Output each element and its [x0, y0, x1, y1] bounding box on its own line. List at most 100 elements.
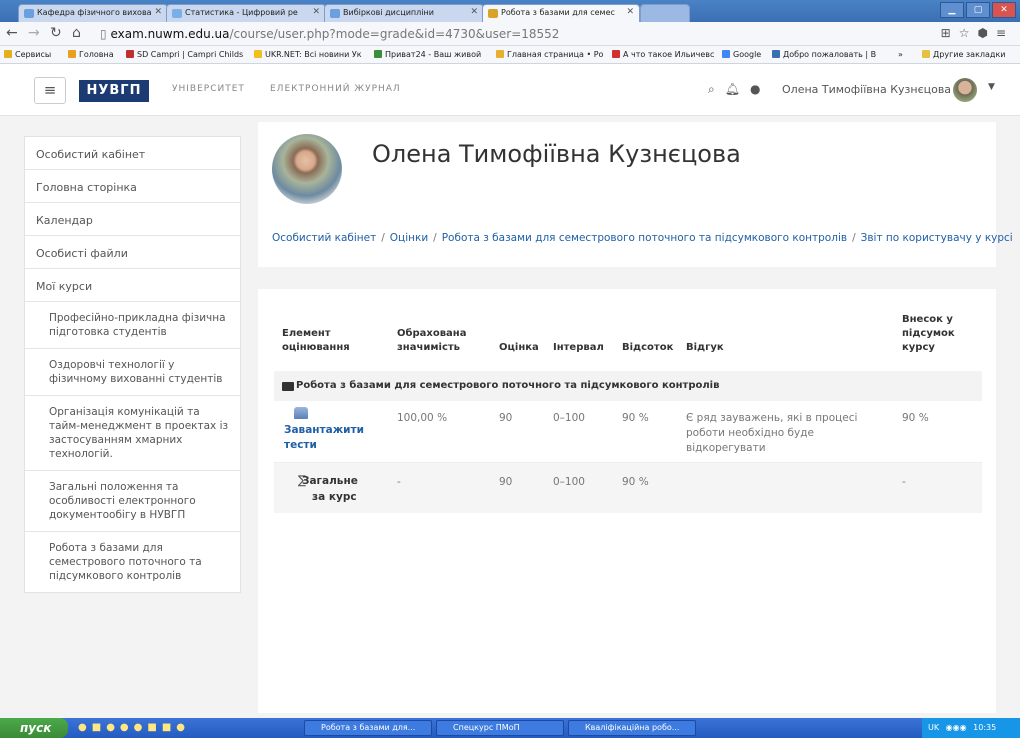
- address-bar[interactable]: ▯ exam.nuwm.edu.ua/course/user.php?mode=…: [100, 25, 960, 43]
- home-icon[interactable]: ⌂: [72, 25, 81, 41]
- quick-launch: ●■●●●■■●: [78, 722, 190, 733]
- breadcrumb: Особистий кабінет / Оцінки / Робота з базами…: [272, 232, 1013, 244]
- site-navbar: ≡ НУВГП УНІВЕРСИТЕТ ЕЛЕКТРОННИЙ ЖУРНАЛ ⌕…: [0, 64, 1020, 116]
- language-indicator[interactable]: UK: [928, 723, 939, 732]
- sidebar-course-item[interactable]: Робота з базами для семестрового поточно…: [25, 532, 240, 592]
- breadcrumb-link[interactable]: Оцінки: [390, 232, 428, 244]
- browser-tab[interactable]: Статистика - Цифровий ре ✕: [166, 4, 326, 22]
- total-grade: 90: [499, 476, 513, 488]
- grade-item-link[interactable]: Завантажити тести: [284, 423, 364, 453]
- extension-icon[interactable]: ⬢: [977, 26, 995, 40]
- more-bookmarks-button[interactable]: »: [898, 50, 903, 59]
- folder-icon: [922, 50, 930, 58]
- tray-icons: ◉◉◉: [945, 723, 967, 732]
- favicon-icon: [172, 9, 182, 18]
- quick-launch-icon[interactable]: ●: [134, 722, 148, 733]
- start-button[interactable]: пуск: [0, 718, 68, 738]
- taskbar-window-button[interactable]: Робота з базами для...: [304, 720, 432, 736]
- sidebar-course-item[interactable]: Оздоровчі технології у фізичному вихован…: [25, 349, 240, 396]
- sidebar-course-item[interactable]: Професійно-прикладна фізична підготовка …: [25, 302, 240, 349]
- close-window-icon[interactable]: ✕: [992, 2, 1016, 18]
- browser-tab-bar: Кафедра фізичного вихова ✕ Статистика - Ц…: [0, 0, 1020, 22]
- bookmark-folder[interactable]: Другие закладки: [922, 50, 1006, 59]
- close-tab-icon[interactable]: ✕: [154, 7, 162, 17]
- sidebar-item-dashboard[interactable]: Особистий кабінет: [25, 137, 240, 170]
- back-icon[interactable]: ←: [6, 25, 18, 41]
- column-header-item: Елемент оцінювання: [282, 328, 350, 353]
- bookmark[interactable]: Главная страница • Ро: [496, 50, 603, 59]
- column-header-percent: Відсоток: [622, 342, 674, 353]
- quick-launch-icon[interactable]: ●: [176, 722, 190, 733]
- total-weight: -: [397, 476, 401, 488]
- browser-tab[interactable]: Кафедра фізичного вихова ✕: [18, 4, 168, 22]
- user-menu-name[interactable]: Олена Тимофіївна Кузнєцова: [782, 83, 951, 96]
- page-icon: ▯: [100, 27, 107, 41]
- total-contribution: -: [902, 476, 906, 488]
- bookmarks-bar: Сервисы Головна SD Campri | Campri Child…: [0, 46, 1020, 64]
- sidebar-course-item[interactable]: Організація комунікацій та тайм-менеджме…: [25, 396, 240, 471]
- browser-toolbar: ← → ↻ ⌂ ▯ exam.nuwm.edu.ua/course/user.p…: [0, 22, 1020, 46]
- bookmark[interactable]: Приват24 - Ваш живой: [374, 50, 481, 59]
- bell-icon[interactable]: 🔔︎: [725, 82, 750, 96]
- breadcrumb-link[interactable]: Особистий кабінет: [272, 232, 376, 244]
- browser-tab-active[interactable]: Робота з базами для семес ✕: [482, 4, 640, 22]
- quiz-icon: [294, 407, 308, 419]
- bookmark[interactable]: Добро пожаловать | В: [772, 50, 876, 59]
- quick-launch-icon[interactable]: ●: [120, 722, 134, 733]
- quick-launch-icon[interactable]: ●: [106, 722, 120, 733]
- search-icon[interactable]: ⌕: [708, 82, 725, 96]
- menu-icon[interactable]: ≡: [996, 26, 1014, 40]
- item-range: 0–100: [553, 412, 585, 424]
- brand-journal: ЕЛЕКТРОННИЙ ЖУРНАЛ: [270, 84, 401, 94]
- clock: 10:35: [973, 723, 997, 732]
- grade-report: Елемент оцінювання Обрахована значимість…: [258, 289, 996, 713]
- bookmark[interactable]: Google: [722, 50, 761, 59]
- column-header-weight: Обрахована значимість: [397, 328, 467, 353]
- quick-launch-icon[interactable]: ●: [78, 722, 92, 733]
- bookmark-icon: [374, 50, 382, 58]
- quick-launch-icon[interactable]: ■: [92, 722, 106, 733]
- translate-icon[interactable]: ⊞: [941, 26, 959, 40]
- taskbar-window-button[interactable]: Кваліфікаційна робо...: [568, 720, 696, 736]
- forward-icon[interactable]: →: [28, 25, 40, 41]
- hamburger-menu-button[interactable]: ≡: [34, 77, 66, 104]
- total-percent: 90 %: [622, 476, 649, 488]
- chevron-down-icon[interactable]: ▼: [988, 82, 995, 92]
- chat-icon[interactable]: ●: [750, 82, 770, 96]
- bookmark[interactable]: Сервисы: [4, 50, 51, 59]
- item-feedback: Є ряд зауважень, які в процесі роботи не…: [686, 412, 858, 454]
- close-tab-icon[interactable]: ✕: [626, 7, 634, 17]
- item-percent: 90 %: [622, 412, 649, 424]
- browser-tab[interactable]: Вибіркові дисципліни ✕: [324, 4, 484, 22]
- sidebar-item-calendar[interactable]: Календар: [25, 203, 240, 236]
- page-title: Олена Тимофіївна Кузнєцова: [372, 140, 741, 168]
- bookmark[interactable]: Головна: [68, 50, 114, 59]
- breadcrumb-link[interactable]: Робота з базами для семестрового поточно…: [442, 232, 847, 244]
- bookmark-icon: [772, 50, 780, 58]
- avatar[interactable]: [953, 78, 977, 102]
- os-taskbar: пуск ●■●●●■■● Робота з базами для... Спе…: [0, 718, 1020, 738]
- maximize-icon[interactable]: ▢: [966, 2, 990, 18]
- total-range: 0–100: [553, 476, 585, 488]
- bookmark[interactable]: SD Campri | Campri Childs: [126, 50, 243, 59]
- sidebar-course-item[interactable]: Загальні положення та особливості електр…: [25, 471, 240, 532]
- close-tab-icon[interactable]: ✕: [312, 7, 320, 17]
- quick-launch-icon[interactable]: ■: [162, 722, 176, 733]
- profile-avatar: [272, 134, 342, 204]
- taskbar-window-button[interactable]: Спецкурс ПМоП: [436, 720, 564, 736]
- reload-icon[interactable]: ↻: [50, 25, 62, 41]
- bookmark-icon: [612, 50, 620, 58]
- close-tab-icon[interactable]: ✕: [470, 7, 478, 17]
- star-icon[interactable]: ☆: [959, 26, 978, 40]
- breadcrumb-link[interactable]: Звіт по користувачу у курсі: [861, 232, 1013, 244]
- sidebar-item-home[interactable]: Головна сторінка: [25, 170, 240, 203]
- sidebar-item-files[interactable]: Особисті файли: [25, 236, 240, 269]
- new-tab-button[interactable]: [640, 4, 690, 22]
- bookmark[interactable]: UKR.NET: Всі новини Ук: [254, 50, 362, 59]
- quick-launch-icon[interactable]: ■: [147, 722, 161, 733]
- site-logo[interactable]: НУВГП: [79, 80, 149, 102]
- sidebar-item-my-courses[interactable]: Мої курси: [25, 269, 240, 302]
- brand-university: УНІВЕРСИТЕТ: [172, 84, 245, 94]
- minimize-icon[interactable]: ▁: [940, 2, 964, 18]
- bookmark[interactable]: А что такое Ильичевс: [612, 50, 714, 59]
